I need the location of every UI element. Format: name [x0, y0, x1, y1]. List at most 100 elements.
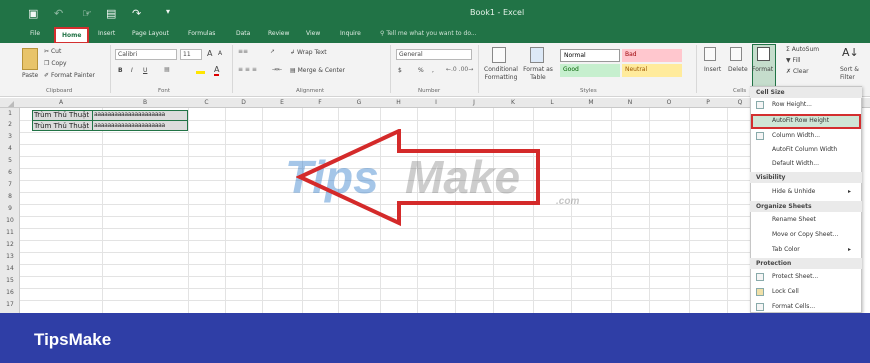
number-format-select[interactable]: General	[396, 49, 472, 60]
row-header[interactable]: 12	[0, 241, 20, 248]
format-as-table-button[interactable]: Format as Table	[522, 66, 554, 82]
currency-button[interactable]: $	[398, 67, 402, 74]
cell-a2[interactable]: Trùm Thủ Thuật	[34, 122, 92, 130]
menu-autofit-row-height[interactable]: AutoFit Row Height	[772, 117, 829, 124]
column-header[interactable]: P	[689, 98, 727, 108]
indent-icon[interactable]: ⇥⇤	[272, 66, 282, 73]
tab-data[interactable]: Data	[236, 30, 250, 37]
format-table-icon[interactable]	[530, 47, 544, 63]
row-header[interactable]: 7	[0, 181, 20, 188]
menu-rename-sheet[interactable]: Rename Sheet	[772, 216, 816, 223]
column-header[interactable]: I	[417, 98, 455, 108]
row-header[interactable]: 9	[0, 205, 20, 212]
tab-view[interactable]: View	[306, 30, 320, 37]
tab-home[interactable]: Home	[54, 27, 90, 44]
column-header[interactable]: H	[380, 98, 417, 108]
column-header[interactable]: O	[649, 98, 689, 108]
touch-icon[interactable]: ☞	[82, 7, 92, 20]
tab-formulas[interactable]: Formulas	[188, 30, 215, 37]
column-header[interactable]: D	[225, 98, 262, 108]
tab-insert[interactable]: Insert	[98, 30, 115, 37]
column-header[interactable]: K	[493, 98, 533, 108]
tab-file[interactable]: File	[30, 30, 40, 37]
row-header[interactable]: 14	[0, 265, 20, 272]
cell-a1[interactable]: Trùm Thủ Thuật	[34, 111, 92, 119]
column-header[interactable]: E	[262, 98, 302, 108]
autosum-button[interactable]: Σ AutoSum	[786, 46, 819, 53]
align-left-icon[interactable]: ≡ ≡ ≡	[238, 66, 257, 73]
row-header[interactable]: 15	[0, 277, 20, 284]
column-header[interactable]: F	[302, 98, 338, 108]
style-bad[interactable]: Bad	[622, 49, 682, 62]
percent-button[interactable]: %	[418, 67, 424, 74]
border-icon[interactable]: ▦	[164, 66, 170, 73]
cell-b2[interactable]: aaaaaaaaaaaaaaaaaaaaa	[94, 122, 186, 129]
column-header[interactable]: L	[533, 98, 571, 108]
bold-button[interactable]: B	[118, 67, 123, 74]
fill-color-icon[interactable]	[196, 66, 205, 74]
customize-icon[interactable]: ▾	[166, 7, 170, 16]
cell-b1[interactable]: aaaaaaaaaaaaaaaaaaaaa	[94, 111, 186, 118]
column-header[interactable]: M	[571, 98, 611, 108]
comma-button[interactable]: ,	[432, 67, 434, 74]
row-header[interactable]: 4	[0, 145, 20, 152]
style-normal[interactable]: Normal	[560, 49, 620, 62]
style-good[interactable]: Good	[560, 64, 620, 77]
menu-move-copy-sheet[interactable]: Move or Copy Sheet...	[772, 231, 838, 238]
save-icon[interactable]: ▣	[28, 7, 38, 20]
row-header[interactable]: 8	[0, 193, 20, 200]
column-header[interactable]: G	[338, 98, 380, 108]
format-button[interactable]: Format	[752, 66, 773, 73]
font-name-select[interactable]: Calibri	[115, 49, 177, 60]
tab-review[interactable]: Review	[268, 30, 289, 37]
clear-button[interactable]: ✗ Clear	[786, 68, 809, 75]
italic-button[interactable]: I	[131, 67, 133, 74]
row-header[interactable]: 10	[0, 217, 20, 224]
row-header[interactable]: 5	[0, 157, 20, 164]
menu-row-height[interactable]: Row Height...	[772, 101, 812, 108]
column-header[interactable]: J	[455, 98, 493, 108]
copy-button[interactable]: ❐ Copy	[44, 60, 67, 67]
tab-inquire[interactable]: Inquire	[340, 30, 361, 37]
row-header[interactable]: 3	[0, 133, 20, 140]
sort-filter-button[interactable]: Sort & Filter	[840, 66, 870, 82]
menu-protect-sheet[interactable]: Protect Sheet...	[772, 273, 818, 280]
redo-icon[interactable]: ↷	[132, 7, 141, 20]
row-header[interactable]: 1	[0, 110, 20, 117]
format-cells-icon[interactable]	[757, 47, 770, 61]
column-header[interactable]: B	[102, 98, 188, 108]
merge-center-button[interactable]: ▤ Merge & Center	[290, 67, 345, 74]
row-header[interactable]: 2	[0, 121, 20, 128]
menu-default-width[interactable]: Default Width...	[772, 160, 819, 167]
menu-format-cells[interactable]: Format Cells...	[772, 303, 815, 310]
menu-autofit-column-width[interactable]: AutoFit Column Width	[772, 146, 837, 153]
delete-cells-button[interactable]: Delete	[728, 66, 748, 73]
row-header[interactable]: 6	[0, 169, 20, 176]
paste-icon[interactable]	[22, 48, 38, 70]
shrink-font-button[interactable]: A	[218, 50, 222, 57]
paste-button[interactable]: Paste	[22, 72, 38, 79]
tab-page-layout[interactable]: Page Layout	[132, 30, 169, 37]
conditional-formatting-button[interactable]: Conditional Formatting	[482, 66, 520, 82]
undo-icon[interactable]: ↶	[54, 7, 63, 20]
cut-button[interactable]: ✂ Cut	[44, 48, 61, 55]
menu-tab-color[interactable]: Tab Color	[772, 246, 800, 253]
column-header[interactable]: C	[188, 98, 225, 108]
conditional-formatting-icon[interactable]	[492, 47, 506, 63]
format-painter-button[interactable]: ✐ Format Painter	[44, 72, 95, 79]
menu-hide-unhide[interactable]: Hide & Unhide	[772, 188, 815, 195]
grow-font-button[interactable]: A	[207, 49, 212, 58]
menu-lock-cell[interactable]: Lock Cell	[772, 288, 799, 295]
fill-button[interactable]: ▼ Fill	[786, 57, 801, 64]
column-header[interactable]: A	[20, 98, 102, 108]
sort-filter-icon[interactable]: A↓	[842, 46, 859, 59]
align-top-icon[interactable]: ≡≡	[238, 48, 248, 55]
tell-me-search[interactable]: ⚲ Tell me what you want to do...	[380, 30, 477, 37]
menu-column-width[interactable]: Column Width...	[772, 132, 820, 139]
font-color-icon[interactable]: A	[214, 65, 220, 76]
style-neutral[interactable]: Neutral	[622, 64, 682, 77]
table-icon[interactable]: ▤	[106, 7, 116, 20]
row-header[interactable]: 13	[0, 253, 20, 260]
row-header[interactable]: 11	[0, 229, 20, 236]
font-size-select[interactable]: 11	[180, 49, 202, 60]
